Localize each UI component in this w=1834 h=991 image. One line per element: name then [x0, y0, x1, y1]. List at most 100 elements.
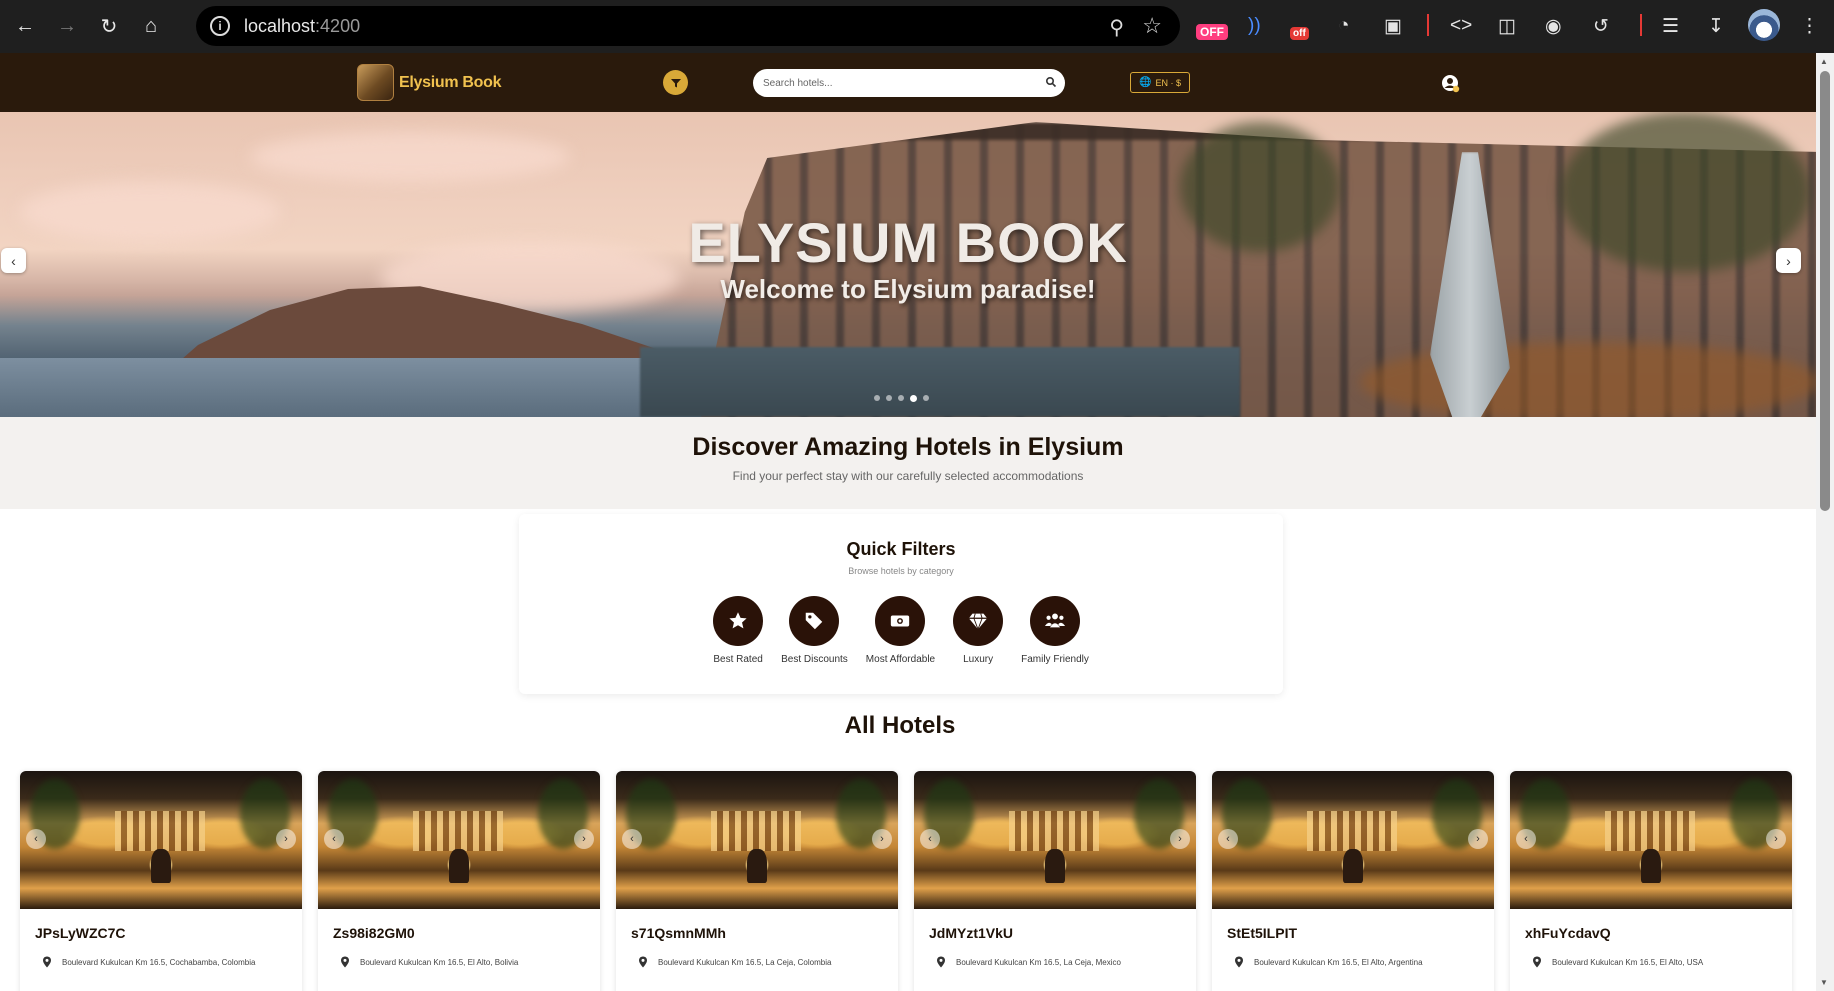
- hotel-address: Boulevard Kukulcan Km 16.5, El Alto, Bol…: [318, 941, 600, 968]
- back-icon[interactable]: ←: [8, 10, 42, 44]
- hotel-name[interactable]: Zs98i82GM0: [318, 909, 600, 941]
- filter-button[interactable]: [663, 70, 688, 95]
- hotel-card[interactable]: ‹ › StEt5ILPIT Boulevard Kukulcan Km 16.…: [1212, 771, 1494, 991]
- home-icon[interactable]: ⌂: [134, 10, 168, 44]
- diamond-icon: [968, 613, 988, 631]
- carousel-dot[interactable]: [923, 395, 929, 401]
- carousel-next-button[interactable]: ›: [1776, 248, 1801, 273]
- globe-icon: 🌐: [1139, 77, 1152, 88]
- hotel-name[interactable]: StEt5ILPIT: [1212, 909, 1494, 941]
- location-pin-icon: [639, 956, 647, 968]
- scroll-up-icon[interactable]: ▲: [1820, 57, 1828, 66]
- bookmark-star-icon[interactable]: ☆: [1142, 13, 1162, 39]
- carousel-dot[interactable]: [874, 395, 880, 401]
- image-prev-button[interactable]: ‹: [920, 829, 940, 849]
- scrollbar-thumb[interactable]: [1820, 71, 1830, 511]
- hotel-address: Boulevard Kukulcan Km 16.5, La Ceja, Mex…: [914, 941, 1196, 968]
- hotel-image-fountain: [1641, 849, 1661, 883]
- category-label: Most Affordable: [865, 654, 936, 665]
- hotel-image-fountain: [1045, 849, 1065, 883]
- category-luxury[interactable]: Luxury: [953, 596, 1004, 665]
- scroll-down-icon[interactable]: ▼: [1820, 978, 1828, 987]
- hotel-address-text: Boulevard Kukulcan Km 16.5, La Ceja, Col…: [658, 957, 832, 967]
- extension-off2-icon[interactable]: off: [1290, 10, 1309, 42]
- screenshot-icon[interactable]: ◉: [1545, 10, 1562, 42]
- hero-carousel: ELYSIUM BOOK Welcome to Elysium paradise…: [0, 112, 1816, 417]
- image-prev-button[interactable]: ‹: [26, 829, 46, 849]
- category-best-discounts[interactable]: Best Discounts: [781, 596, 848, 665]
- hotel-address: Boulevard Kukulcan Km 16.5, El Alto, USA: [1510, 941, 1792, 968]
- hotel-image-fountain: [151, 849, 171, 883]
- category-best-rated[interactable]: Best Rated: [713, 596, 764, 665]
- hotel-address: Boulevard Kukulcan Km 16.5, La Ceja, Col…: [616, 941, 898, 968]
- hotel-card[interactable]: ‹ › xhFuYcdavQ Boulevard Kukulcan Km 16.…: [1510, 771, 1792, 991]
- quick-filters-title: Quick Filters: [846, 539, 956, 559]
- hotel-name[interactable]: xhFuYcdavQ: [1510, 909, 1792, 941]
- profile-avatar[interactable]: [1748, 9, 1780, 41]
- hotel-image-carousel: ‹ ›: [20, 771, 302, 909]
- carousel-dot[interactable]: [898, 395, 904, 401]
- history-icon[interactable]: ↺: [1593, 10, 1609, 42]
- image-next-button[interactable]: ›: [1170, 829, 1190, 849]
- carousel-prev-button[interactable]: ‹: [1, 248, 26, 273]
- extensions-puzzle-icon[interactable]: ▣: [1384, 10, 1402, 42]
- family-icon: [1044, 613, 1066, 628]
- browser-menu-icon[interactable]: ⋮: [1800, 10, 1819, 42]
- hotel-card[interactable]: ‹ › JPsLyWZC7C Boulevard Kukulcan Km 16.…: [20, 771, 302, 991]
- site-info-icon[interactable]: i: [210, 16, 230, 36]
- hotel-card[interactable]: ‹ › JdMYzt1VkU Boulevard Kukulcan Km 16.…: [914, 771, 1196, 991]
- image-prev-button[interactable]: ‹: [622, 829, 642, 849]
- image-next-button[interactable]: ›: [276, 829, 296, 849]
- extension-wifi-icon[interactable]: )): [1248, 10, 1261, 42]
- forward-icon[interactable]: →: [50, 10, 84, 44]
- hotel-image-facade: [413, 811, 503, 851]
- language-currency-button[interactable]: 🌐 EN · $: [1130, 72, 1190, 93]
- hotel-address-text: Boulevard Kukulcan Km 16.5, El Alto, Arg…: [1254, 957, 1423, 967]
- download-icon[interactable]: ↧: [1708, 10, 1724, 42]
- location-pin-icon: [341, 956, 349, 968]
- category-circle: [1030, 596, 1080, 646]
- media-queue-icon[interactable]: ☰: [1662, 10, 1679, 42]
- image-prev-button[interactable]: ‹: [1516, 829, 1536, 849]
- brand-logo[interactable]: Elysium Book: [357, 64, 502, 101]
- hero-cloud: [250, 132, 570, 182]
- location-pin-icon: [937, 956, 945, 968]
- reload-icon[interactable]: ↻: [92, 10, 126, 44]
- user-account-icon[interactable]: [1441, 74, 1461, 94]
- hotel-name[interactable]: JdMYzt1VkU: [914, 909, 1196, 941]
- category-family-friendly[interactable]: Family Friendly: [1021, 596, 1089, 665]
- extension-off-icon[interactable]: OFF: [1196, 10, 1228, 42]
- hotel-image-facade: [711, 811, 801, 851]
- hotel-image-fountain: [747, 849, 767, 883]
- carousel-dot[interactable]: [910, 395, 917, 402]
- image-next-button[interactable]: ›: [1468, 829, 1488, 849]
- discover-section: Discover Amazing Hotels in Elysium Find …: [0, 417, 1816, 509]
- devtools-code-icon[interactable]: <>: [1450, 10, 1472, 42]
- url-text[interactable]: localhost:4200: [244, 16, 360, 37]
- image-prev-button[interactable]: ‹: [324, 829, 344, 849]
- page-scrollbar[interactable]: ▲ ▼: [1816, 53, 1834, 991]
- toolbar-separator: [1427, 14, 1429, 36]
- search-icon[interactable]: [1045, 76, 1057, 88]
- hotel-card[interactable]: ‹ › s71QsmnMMh Boulevard Kukulcan Km 16.…: [616, 771, 898, 991]
- hotel-name[interactable]: s71QsmnMMh: [616, 909, 898, 941]
- image-prev-button[interactable]: ‹: [1218, 829, 1238, 849]
- star-icon: [729, 612, 747, 629]
- category-most-affordable[interactable]: Most Affordable: [866, 596, 935, 665]
- image-next-button[interactable]: ›: [574, 829, 594, 849]
- layout-icon[interactable]: ◫: [1498, 10, 1516, 42]
- hotel-card[interactable]: ‹ › Zs98i82GM0 Boulevard Kukulcan Km 16.…: [318, 771, 600, 991]
- carousel-dot[interactable]: [886, 395, 892, 401]
- hotel-image-facade: [1605, 811, 1695, 851]
- money-icon: [891, 615, 910, 627]
- zoom-icon[interactable]: ⚲: [1109, 15, 1124, 40]
- hotel-name[interactable]: JPsLyWZC7C: [20, 909, 302, 941]
- image-next-button[interactable]: ›: [1766, 829, 1786, 849]
- address-bar[interactable]: i localhost:4200 ⚲ ☆: [196, 6, 1180, 46]
- brand-name: Elysium Book: [399, 73, 502, 91]
- image-next-button[interactable]: ›: [872, 829, 892, 849]
- category-circle: [953, 596, 1004, 646]
- search-input[interactable]: [753, 69, 1023, 97]
- category-label: Luxury: [963, 654, 994, 665]
- extension-clock-icon[interactable]: ◔: [1338, 10, 1349, 42]
